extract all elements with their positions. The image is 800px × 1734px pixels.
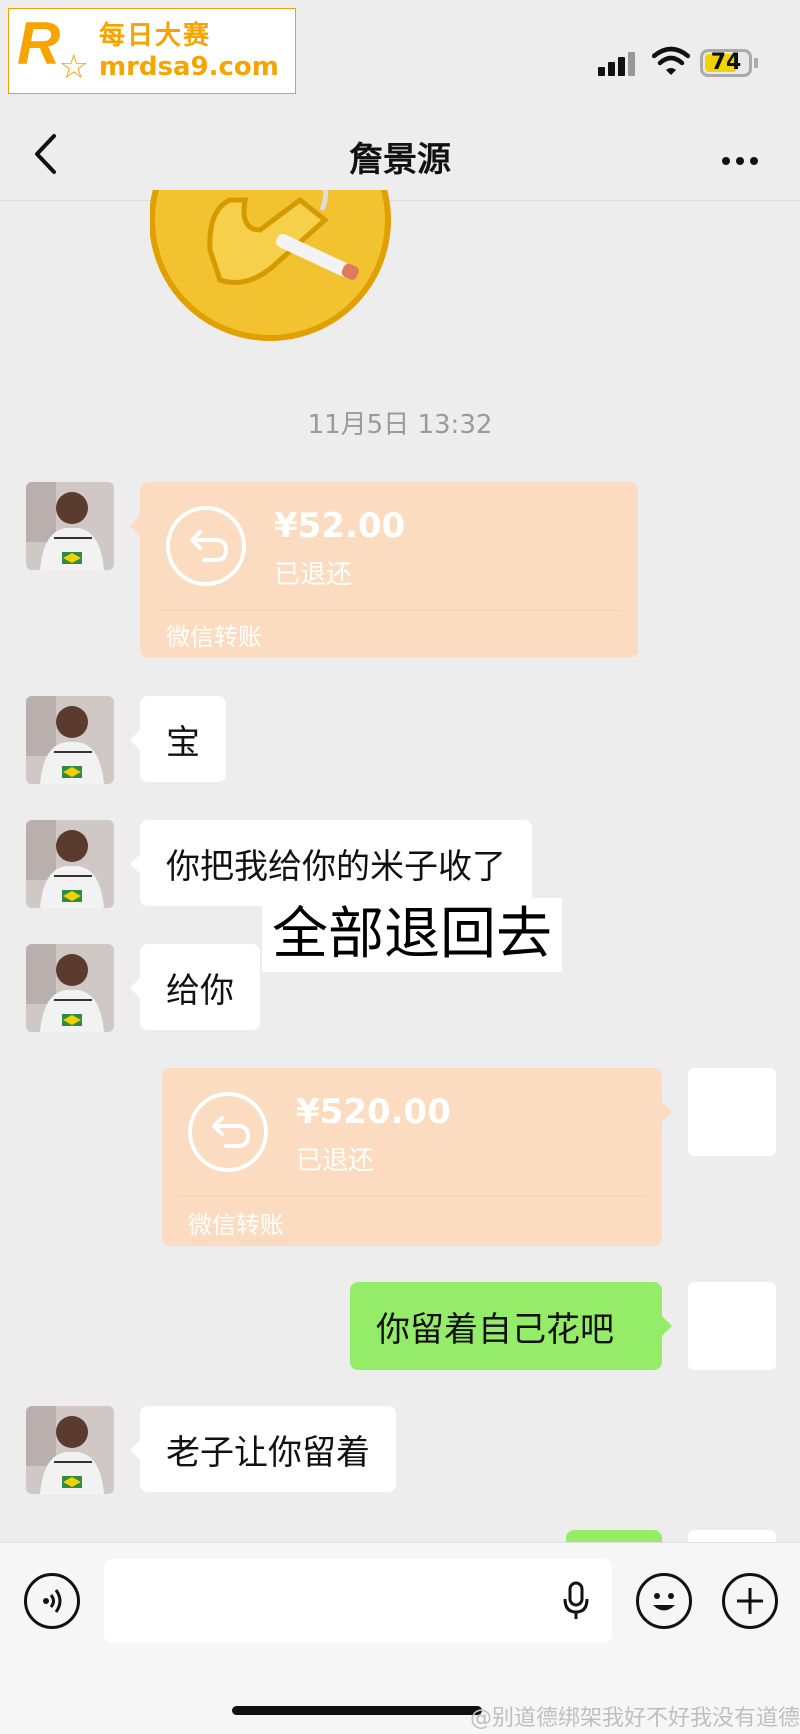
watermark-brand: 每日大赛 bbox=[99, 21, 212, 51]
self-avatar[interactable] bbox=[688, 1068, 776, 1156]
wifi-icon bbox=[652, 46, 690, 75]
logo-badge: R ☆ bbox=[17, 10, 89, 87]
logo-letter: R bbox=[17, 10, 61, 77]
refund-icon bbox=[166, 506, 246, 586]
home-indicator bbox=[232, 1706, 482, 1715]
transfer-status: 已退还 bbox=[274, 560, 353, 590]
message-bubble[interactable]: 你把我给你的米子收了 bbox=[130, 820, 532, 906]
battery-level: 74 bbox=[710, 50, 742, 75]
avatar[interactable] bbox=[26, 482, 114, 570]
chat-title: 詹景源 bbox=[349, 140, 451, 180]
transfer-amount: ¥520.00 bbox=[296, 1092, 451, 1132]
watermark-site: mrdsa9.com bbox=[99, 52, 279, 82]
emoji-icon[interactable] bbox=[636, 1573, 692, 1629]
transfer-amount: ¥52.00 bbox=[274, 506, 406, 546]
battery-icon: 74 bbox=[700, 49, 752, 77]
avatar[interactable] bbox=[26, 820, 114, 908]
self-avatar[interactable] bbox=[688, 1282, 776, 1370]
message-bubble[interactable]: 你留着自己花吧 bbox=[350, 1282, 672, 1370]
more-dots-icon[interactable] bbox=[722, 150, 764, 169]
avatar[interactable] bbox=[26, 696, 114, 784]
avatar[interactable] bbox=[26, 1406, 114, 1494]
timestamp: 11月5日 13:32 bbox=[307, 410, 493, 440]
watermark-logo: R ☆ 每日大赛 mrdsa9.com bbox=[8, 8, 296, 94]
transfer-label: 微信转账 bbox=[166, 623, 262, 651]
overlay-caption: 全部退回去 bbox=[262, 898, 562, 972]
voice-icon[interactable] bbox=[24, 1573, 80, 1629]
transfer-card[interactable]: ¥520.00 已退还 微信转账 bbox=[162, 1068, 672, 1246]
star-icon: ☆ bbox=[58, 47, 89, 87]
refund-icon bbox=[188, 1092, 268, 1172]
message-bubble[interactable]: 给你 bbox=[130, 944, 260, 1030]
message-bubble[interactable]: 宝 bbox=[130, 696, 226, 782]
transfer-label: 微信转账 bbox=[188, 1211, 284, 1239]
plus-icon[interactable] bbox=[722, 1573, 778, 1629]
sticker-image[interactable] bbox=[150, 190, 415, 350]
transfer-card[interactable]: ¥52.00 已退还 微信转账 bbox=[130, 482, 638, 658]
signal-icon bbox=[598, 52, 638, 76]
mic-icon[interactable] bbox=[562, 1581, 590, 1621]
chat-header: 詹景源 bbox=[0, 110, 800, 201]
avatar[interactable] bbox=[26, 944, 114, 1032]
message-bubble[interactable]: 老子让你留着 bbox=[130, 1406, 396, 1492]
footer-watermark: @别道德绑架我好不好我没有道德 bbox=[470, 1706, 800, 1731]
transfer-status: 已退还 bbox=[296, 1146, 375, 1176]
message-input[interactable] bbox=[104, 1559, 612, 1643]
